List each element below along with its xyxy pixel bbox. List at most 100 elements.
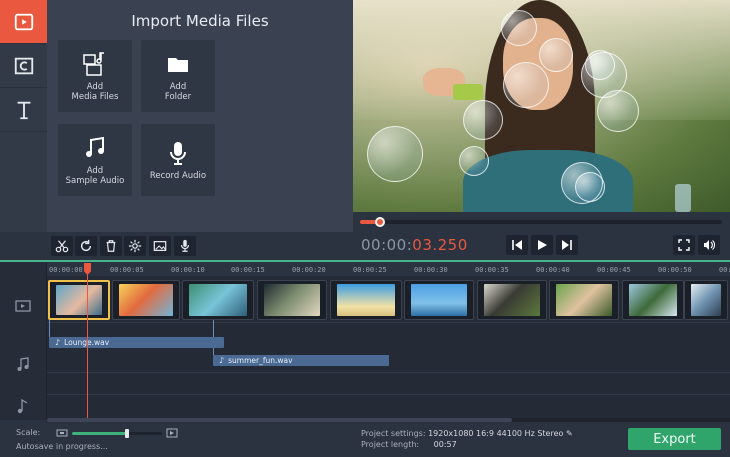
- video-preview[interactable]: [353, 0, 730, 212]
- project-settings-label: Project settings:: [361, 429, 426, 438]
- video-clip[interactable]: [330, 280, 402, 320]
- play-icon: [538, 240, 547, 250]
- scissors-icon: [55, 240, 69, 253]
- folder-icon: [168, 58, 188, 72]
- audio-link-line: [49, 320, 50, 337]
- video-track-header: [14, 297, 32, 315]
- add-media-files-button[interactable]: Add Media Files: [58, 40, 132, 112]
- playback-handle[interactable]: [375, 217, 385, 227]
- project-length: Project length: 00:57: [361, 440, 457, 449]
- film-frame-icon: [14, 57, 33, 74]
- video-clip[interactable]: [477, 280, 547, 320]
- export-button[interactable]: Export: [628, 428, 721, 450]
- bubble-wand: [453, 84, 483, 100]
- bubble: [503, 62, 549, 108]
- project-settings: Project settings: 1920x1080 16:9 44100 H…: [361, 429, 573, 438]
- record-voice-button[interactable]: [174, 236, 196, 256]
- ruler-tick: 00:00:35: [475, 266, 509, 274]
- record-audio-button[interactable]: Record Audio: [141, 124, 215, 196]
- bubble: [539, 38, 573, 72]
- ruler-tick: 00:00:30: [414, 266, 448, 274]
- project-length-value: 00:57: [433, 440, 457, 449]
- clip-properties-button[interactable]: [124, 236, 146, 256]
- playback-scrubber[interactable]: [360, 217, 722, 227]
- clip-thumbnail: [484, 284, 540, 316]
- rotate-button[interactable]: [75, 236, 97, 256]
- project-length-label: Project length:: [361, 440, 420, 449]
- clip-thumbnail: [629, 284, 677, 316]
- bubble: [585, 50, 615, 80]
- ruler-tick: 00:00:15: [231, 266, 265, 274]
- timeline-ruler[interactable]: 00:00:00 00:00:05 00:00:10 00:00:15 00:0…: [47, 262, 730, 276]
- play-button[interactable]: [531, 235, 553, 255]
- add-sample-audio-button[interactable]: Add Sample Audio: [58, 124, 132, 196]
- tile-label: Add Media Files: [71, 82, 119, 102]
- clip-thumbnail: [119, 284, 173, 316]
- media-files-icon: [83, 52, 104, 76]
- import-panel-title: Import Media Files: [131, 12, 269, 30]
- next-frame-button[interactable]: [556, 235, 578, 255]
- video-clip[interactable]: [257, 280, 327, 320]
- zoom-out-icon[interactable]: [56, 428, 68, 438]
- previous-frame-button[interactable]: [506, 235, 528, 255]
- cut-button[interactable]: [51, 236, 73, 256]
- edit-pencil-icon[interactable]: ✎: [566, 429, 573, 438]
- audio-clip[interactable]: ♪ summer_fun.wav: [213, 355, 389, 366]
- clip-thumbnail: [691, 284, 721, 316]
- fullscreen-icon: [678, 239, 690, 251]
- ruler-tick: 00:00:45: [597, 266, 631, 274]
- video-clip[interactable]: [622, 280, 684, 320]
- bubble: [463, 100, 503, 140]
- video-clip[interactable]: [182, 280, 254, 320]
- autosave-status: Autosave in progress...: [16, 442, 108, 451]
- clip-thumbnail: [189, 284, 247, 316]
- add-folder-button[interactable]: Add Folder: [141, 40, 215, 112]
- delete-button[interactable]: [100, 236, 122, 256]
- video-clip[interactable]: [404, 280, 474, 320]
- track-divider: [47, 322, 730, 323]
- track-divider: [47, 372, 730, 373]
- video-clip[interactable]: [112, 280, 180, 320]
- video-track-icon: [15, 300, 31, 312]
- fullscreen-button[interactable]: [673, 235, 695, 255]
- scale-label: Scale:: [16, 428, 41, 437]
- microphone-icon: [180, 239, 190, 252]
- scale-slider-fill: [72, 432, 127, 435]
- music-note-icon: [17, 398, 28, 414]
- music-note-icon: [17, 357, 29, 371]
- clip-thumbnail: [264, 284, 320, 316]
- timecode-dim: 00:00:: [361, 236, 413, 254]
- skip-forward-icon: [562, 240, 572, 250]
- text-icon: [17, 101, 30, 119]
- video-clip[interactable]: [549, 280, 619, 320]
- audio-clip[interactable]: ♪ Lounge.wav: [49, 337, 224, 348]
- sidebar-item-filters[interactable]: [0, 44, 47, 88]
- timecode-active: 03.250: [412, 236, 468, 254]
- sidebar-item-import[interactable]: [0, 0, 47, 44]
- sidebar-item-titles[interactable]: [0, 88, 47, 132]
- bubble: [459, 146, 489, 176]
- music-note-icon: ♪: [219, 356, 225, 365]
- track-divider: [47, 394, 730, 395]
- timeline-playhead[interactable]: [87, 264, 88, 418]
- volume-button[interactable]: [698, 235, 720, 255]
- bubble: [597, 90, 639, 132]
- video-clip[interactable]: [48, 280, 110, 320]
- ruler-tick: 00:00:05: [110, 266, 144, 274]
- tile-label: Record Audio: [149, 171, 207, 181]
- app-window: Import Media Files Add Media Files Add F…: [0, 0, 730, 457]
- scale-slider-handle[interactable]: [125, 429, 129, 438]
- clip-thumbnail: [56, 285, 102, 315]
- clip-thumbnail: [337, 284, 395, 316]
- tile-label: Add Sample Audio: [65, 166, 125, 186]
- audio-clip-name: summer_fun.wav: [228, 356, 293, 365]
- scale-slider[interactable]: [72, 429, 162, 438]
- image-button[interactable]: [149, 236, 171, 256]
- gear-icon: [128, 239, 142, 253]
- ruler-tick: 00:00:40: [536, 266, 570, 274]
- video-clip[interactable]: [684, 280, 728, 320]
- tile-label: Add Folder: [164, 82, 192, 102]
- music-note-icon: ♪: [55, 338, 61, 347]
- zoom-in-icon[interactable]: [166, 428, 178, 438]
- clip-thumbnail: [411, 284, 467, 316]
